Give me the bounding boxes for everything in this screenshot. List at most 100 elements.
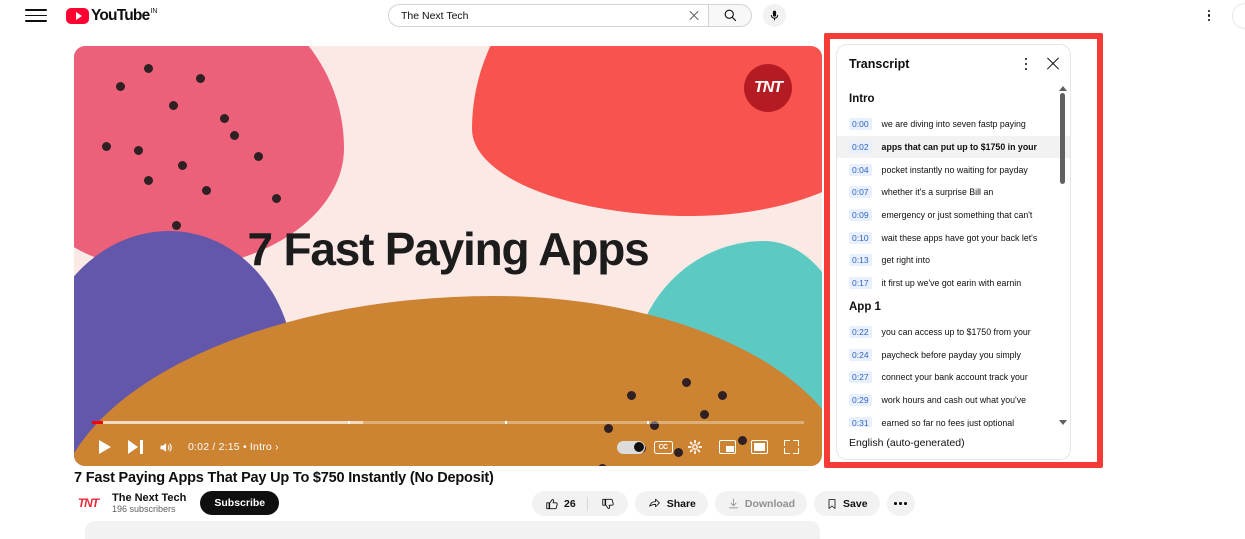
transcript-cue[interactable]: 0:24 paycheck before payday you simply	[837, 343, 1070, 366]
transcript-cue[interactable]: 0:17 it first up we've got earin with ear…	[837, 272, 1070, 295]
download-button[interactable]: Download	[714, 491, 808, 516]
transcript-cue[interactable]: 0:22 you can access up to $1750 from your	[837, 321, 1070, 344]
youtube-logo[interactable]: YouTube IN	[66, 7, 158, 24]
transcript-cue-text: paycheck before payday you simply	[881, 349, 1021, 360]
player-controls-right: CC	[616, 432, 806, 462]
progress-loaded	[92, 421, 363, 424]
transcript-cue[interactable]: 0:07 whether it's a surprise Bill an	[837, 181, 1070, 204]
thumbnail-dot	[700, 410, 709, 419]
transcript-cue[interactable]: 0:02 apps that can put up to $1750 in you…	[837, 135, 1070, 159]
channel-avatar[interactable]: TNT	[74, 489, 102, 517]
miniplayer-icon	[718, 440, 736, 454]
play-button[interactable]	[90, 432, 120, 462]
transcript-language[interactable]: English (auto-generated)	[837, 427, 1070, 459]
time-text: 0:02 / 2:15 • Intro	[188, 441, 272, 453]
close-icon[interactable]	[1044, 55, 1062, 73]
share-button[interactable]: Share	[634, 491, 708, 516]
download-icon	[729, 498, 738, 509]
transcript-cue[interactable]: 0:09 emergency or just something that can…	[837, 204, 1070, 227]
save-button[interactable]: Save	[814, 491, 880, 516]
transcript-cue-timestamp: 0:22	[849, 325, 872, 338]
subscribe-button[interactable]: Subscribe	[200, 491, 280, 515]
description-box[interactable]	[85, 521, 820, 539]
more-vertical-icon[interactable]	[1016, 54, 1036, 74]
hamburger-menu-icon[interactable]	[25, 5, 47, 27]
subtitles-button[interactable]: CC	[648, 432, 678, 462]
settings-button[interactable]	[680, 432, 710, 462]
transcript-cue-timestamp: 0:10	[849, 231, 872, 244]
transcript-cue[interactable]: 0:04 pocket instantly no waiting for payd…	[837, 158, 1070, 181]
thumbnail-dot	[102, 142, 111, 151]
like-count: 26	[564, 497, 576, 510]
fullscreen-icon	[783, 440, 799, 454]
masthead: YouTube IN The Next Tech	[0, 0, 1245, 31]
thumbnail-dot	[134, 146, 143, 155]
transcript-cue-text: you can access up to $1750 from your	[881, 326, 1031, 337]
thumbnail-dot	[144, 176, 153, 185]
time-display: 0:02 / 2:15 • Intro ›	[188, 441, 279, 453]
volume-icon	[160, 442, 172, 452]
page-title: 7 Fast Paying Apps That Pay Up To $750 I…	[74, 470, 494, 486]
video-player[interactable]: TNT 7 Fast Paying Apps 0:02 / 2:15 • Int…	[74, 46, 822, 466]
youtube-country-code: IN	[150, 7, 158, 15]
thumbnail-dot	[144, 64, 153, 73]
transcript-cue-timestamp: 0:07	[849, 186, 872, 199]
more-horizontal-icon[interactable]	[886, 491, 915, 516]
close-icon[interactable]	[686, 8, 702, 24]
transcript-cue-timestamp: 0:27	[849, 371, 872, 384]
avatar[interactable]	[1232, 2, 1245, 29]
transcript-cue-timestamp: 0:09	[849, 209, 872, 222]
thumbnail-dot	[682, 378, 691, 387]
channel-name[interactable]: The Next Tech	[112, 492, 186, 505]
transcript-cue[interactable]: 0:29 work hours and cash out what you've	[837, 389, 1070, 412]
scrollbar-thumb[interactable]	[1060, 93, 1065, 185]
like-button[interactable]: 26	[532, 491, 587, 516]
transcript-cue-timestamp: 0:24	[849, 348, 872, 361]
save-label: Save	[843, 497, 868, 510]
thumbnail-dot	[627, 391, 636, 400]
chapter-divider	[504, 421, 507, 424]
miniplayer-button[interactable]	[712, 432, 742, 462]
dislike-button[interactable]	[588, 491, 628, 516]
masthead-right-actions	[1199, 0, 1245, 31]
scrollbar[interactable]	[1060, 93, 1065, 419]
transcript-list: Intro 0:00 we are diving into seven fastp …	[837, 83, 1070, 427]
transcript-chapter-heading: Intro	[849, 93, 875, 105]
transcript-cue-timestamp: 0:31	[849, 416, 872, 427]
thumbnail-dot	[230, 131, 239, 140]
bookmark-icon	[828, 498, 836, 509]
transcript-cue-timestamp: 0:13	[849, 254, 872, 267]
transcript-cue[interactable]: 0:13 get right into	[837, 249, 1070, 272]
scroll-down-arrow-icon[interactable]	[1059, 420, 1067, 425]
progress-bar[interactable]	[92, 421, 804, 424]
transcript-cue-text: emergency or just something that can't	[881, 210, 1033, 221]
theater-mode-button[interactable]	[744, 432, 774, 462]
search-input[interactable]: The Next Tech	[388, 4, 708, 27]
fullscreen-button[interactable]	[776, 432, 806, 462]
next-video-button[interactable]	[120, 432, 150, 462]
more-vertical-icon[interactable]	[1199, 6, 1219, 26]
thumbnail-dot	[254, 152, 263, 161]
transcript-title: Transcript	[849, 57, 910, 71]
transcript-cue-text: get right into	[881, 255, 930, 266]
gear-icon	[687, 439, 703, 455]
transcript-cue[interactable]: 0:00 we are diving into seven fastp payin…	[837, 113, 1070, 136]
video-owner: TNT The Next Tech 196 subscribers Subscr…	[74, 489, 280, 517]
voice-search-button[interactable]	[763, 4, 786, 27]
autoplay-button[interactable]	[616, 432, 646, 462]
chapter-divider	[647, 421, 650, 424]
transcript-cue[interactable]: 0:10 wait these apps have got your back l…	[837, 226, 1070, 249]
scroll-up-arrow-icon[interactable]	[1059, 86, 1067, 91]
transcript-body[interactable]: Intro 0:00 we are diving into seven fastp …	[837, 83, 1070, 427]
search-button[interactable]	[708, 4, 752, 27]
volume-button[interactable]	[150, 432, 180, 462]
thumbnail-dot	[169, 101, 178, 110]
transcript-cue-text: work hours and cash out what you've	[881, 394, 1027, 405]
next-video-icon	[127, 440, 143, 454]
transcript-cue[interactable]: 0:31 earned so far no fees just optional	[837, 411, 1070, 427]
microphone-icon	[770, 10, 779, 21]
transcript-cue[interactable]: 0:27 connect your bank account track your	[837, 366, 1070, 389]
transcript-cue-timestamp: 0:04	[849, 163, 872, 176]
transcript-header: Transcript	[837, 45, 1070, 83]
player-controls: 0:02 / 2:15 • Intro › CC	[74, 428, 822, 466]
